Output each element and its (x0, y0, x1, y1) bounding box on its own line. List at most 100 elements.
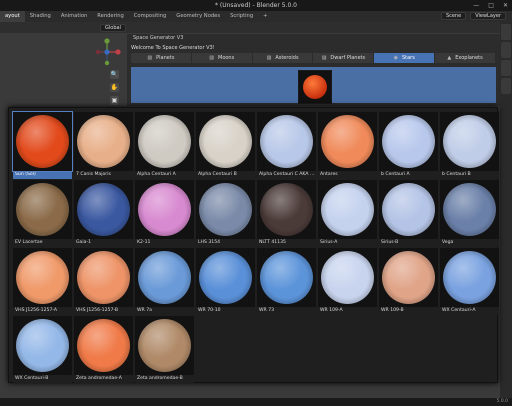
tab-rendering[interactable]: Rendering (92, 11, 129, 22)
minimize-button[interactable]: — (473, 0, 479, 11)
camera-icon[interactable]: ▣ (110, 96, 119, 105)
star-preview-image (321, 115, 374, 168)
transform-orientation-dropdown[interactable]: Global (100, 23, 126, 32)
gallery-item-label: Sirius-A (318, 239, 377, 247)
gallery-item-label: WX Centauri-A (440, 307, 499, 315)
gallery-thumbnail (13, 316, 72, 375)
navigation-gizmo[interactable] (92, 37, 122, 67)
gallery-item[interactable]: Gaia-1 (73, 179, 134, 247)
tab-label: Moons (218, 55, 235, 61)
gallery-item-label: Zeta andromedae-A (74, 375, 133, 383)
gallery-item[interactable]: Alpha Centauri A (134, 111, 195, 179)
gallery-item[interactable]: WR 70-10 (195, 247, 256, 315)
workspace-tabs: ayout Shading Animation Rendering Compos… (0, 11, 512, 22)
gallery-item[interactable]: EV Lacertae (12, 179, 73, 247)
gallery-item[interactable]: b Centauri A (378, 111, 439, 179)
star-preview-image (382, 251, 435, 304)
gallery-item[interactable]: WR 109-B (378, 247, 439, 315)
gallery-item-label: WR 7a (135, 307, 194, 315)
category-tabs: ▨ Planets ▨ Moons ▨ Asteroids ▨ Dwarf Planet… (131, 53, 496, 63)
gallery-item[interactable]: WX Centauri-B (12, 315, 73, 383)
zoom-icon[interactable]: 🔍 (110, 70, 119, 79)
gallery-thumbnail (74, 112, 133, 171)
sidebar-tab-space-gen[interactable] (501, 78, 511, 94)
gallery-item[interactable]: Antares (317, 111, 378, 179)
star-preview-image (260, 251, 313, 304)
gallery-thumbnail (196, 112, 255, 171)
hand-icon[interactable]: ✋ (110, 83, 119, 92)
gallery-item[interactable]: Alpha Centauri B (195, 111, 256, 179)
gallery-item[interactable]: Zeta andromedae-A (73, 315, 134, 383)
gallery-item[interactable]: b Centauri B (439, 111, 500, 179)
tab-moons[interactable]: ▨ Moons (192, 53, 253, 63)
gallery-item-label: Antares (318, 171, 377, 179)
gallery-item[interactable]: Sirius-B (378, 179, 439, 247)
gallery-item[interactable]: 7 Canis Majoris (73, 111, 134, 179)
tab-scripting[interactable]: Scripting (225, 11, 258, 22)
gallery-item[interactable]: Vega (439, 179, 500, 247)
tab-stars[interactable]: ◉ Stars (374, 53, 436, 63)
gallery-thumbnail (257, 180, 316, 239)
gallery-item[interactable]: LHS 3154 (195, 179, 256, 247)
sidebar-tab-tool[interactable] (501, 42, 511, 58)
tab-geometry-nodes[interactable]: Geometry Nodes (171, 11, 225, 22)
gallery-item[interactable]: K2-11 (134, 179, 195, 247)
gallery-item[interactable]: Zeta andromedae-B (134, 315, 195, 383)
gallery-item[interactable]: WR 73 (256, 247, 317, 315)
maximize-button[interactable]: □ (488, 0, 494, 11)
tab-dwarf-planets[interactable]: ▨ Dwarf Planets (313, 53, 375, 63)
tab-label: Exoplanets (455, 55, 483, 61)
close-button[interactable]: ✕ (503, 0, 508, 11)
star-preview-image (443, 183, 496, 236)
gallery-item-label: Alpha Centauri B (196, 171, 255, 179)
gallery-thumbnail (13, 180, 72, 239)
tab-animation[interactable]: Animation (56, 11, 92, 22)
star-preview-image (260, 183, 313, 236)
gallery-item[interactable]: Sirius-A (317, 179, 378, 247)
gallery-thumbnail (74, 180, 133, 239)
gallery-thumbnail (135, 248, 194, 307)
scene-selector[interactable]: Scene (440, 12, 467, 20)
star-preview-image (443, 115, 496, 168)
tab-layout[interactable]: ayout (0, 11, 25, 22)
sidebar-tab-view[interactable] (501, 60, 511, 76)
tab-exoplanets[interactable]: ▲ Exoplanets (435, 53, 496, 63)
star-preview-image (321, 183, 374, 236)
gallery-thumbnail (135, 316, 194, 375)
star-preview-image (77, 183, 130, 236)
star-preview-image (77, 319, 130, 372)
gallery-thumbnail (318, 248, 377, 307)
tab-shading[interactable]: Shading (25, 11, 56, 22)
gallery-item[interactable]: VHS J1256-1257-B (73, 247, 134, 315)
gallery-item-label: Alpha Centauri A (135, 171, 194, 179)
add-workspace-button[interactable]: + (258, 11, 272, 22)
tab-compositing[interactable]: Compositing (129, 11, 172, 22)
gallery-item-label: VHS J1256-1257-A (13, 307, 72, 315)
gallery-thumbnail (379, 112, 438, 171)
gallery-item[interactable]: WX Centauri-A (439, 247, 500, 315)
tab-asteroids[interactable]: ▨ Asteroids (253, 53, 314, 63)
selected-preview-button[interactable] (298, 70, 332, 104)
viewlayer-selector[interactable]: ViewLayer (470, 12, 506, 20)
gallery-item[interactable]: WR 109-A (317, 247, 378, 315)
star-preview-image (138, 319, 191, 372)
asteroid-icon: ▨ (266, 55, 272, 61)
gallery-thumbnail (318, 112, 377, 171)
star-preview-image (77, 115, 130, 168)
gallery-item[interactable]: Alpha Centauri C AKA Pr... (256, 111, 317, 179)
dwarf-planet-icon: ▨ (321, 55, 327, 61)
panel-title[interactable]: Space Generator V3 (127, 34, 500, 43)
gallery-item[interactable]: VHS J1256-1257-A (12, 247, 73, 315)
gallery-item[interactable]: Sun (Sol) (12, 111, 73, 179)
gallery-item-label: WR 109-B (379, 307, 438, 315)
sidebar-tab-item[interactable] (501, 24, 511, 40)
tab-planets[interactable]: ▨ Planets (131, 53, 192, 63)
window-controls: — □ ✕ (473, 0, 508, 11)
star-preview-image (321, 251, 374, 304)
gallery-thumbnail (440, 180, 499, 239)
gallery-item[interactable]: WR 7a (134, 247, 195, 315)
gallery-item[interactable]: NLTT 41135 (256, 179, 317, 247)
gallery-item-label: WR 70-10 (196, 307, 255, 315)
gallery-item-label: WR 73 (257, 307, 316, 315)
star-preview-image (260, 115, 313, 168)
